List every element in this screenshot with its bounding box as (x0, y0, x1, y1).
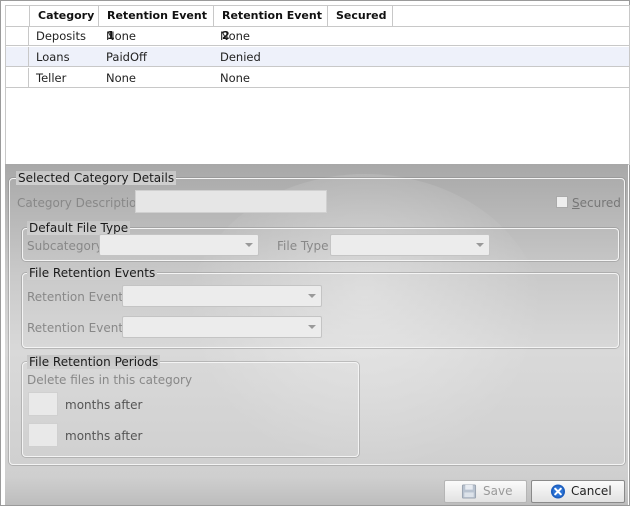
months-after-1-label: months after (65, 398, 143, 412)
category-description-input[interactable] (135, 190, 327, 213)
file-retention-periods-group: File Retention Periods Delete files in t… (22, 355, 359, 457)
details-panel: Selected Category Details Category Descr… (5, 164, 628, 477)
cell-event1: PaidOff (106, 50, 147, 64)
retention-event-2-label: Retention Event 2 (27, 321, 135, 335)
default-file-type-group: Default File Type Subcategory File Type (22, 221, 619, 261)
chevron-down-icon (245, 243, 253, 247)
secured-checkbox[interactable] (556, 196, 568, 208)
header-row-selector (6, 6, 30, 26)
category-grid[interactable]: Category Retention Event 1 Retention Eve… (5, 5, 630, 165)
months-after-2-input[interactable] (28, 423, 58, 447)
category-dialog: Category Retention Event 1 Retention Eve… (0, 0, 630, 506)
column-header-retention-event-2[interactable]: Retention Event 2 (214, 6, 328, 42)
secured-label[interactable]: Secured (572, 196, 621, 210)
selected-category-details-group: Selected Category Details Category Descr… (9, 171, 625, 465)
file-retention-events-title: File Retention Events (27, 266, 158, 280)
chevron-down-icon (308, 325, 316, 329)
retention-event-1-label: Retention Event 1 (27, 290, 135, 304)
row-selector[interactable] (6, 47, 29, 66)
table-row[interactable]: Teller None None (6, 68, 629, 88)
cell-event1: None (106, 29, 137, 43)
cell-category: Deposits (36, 29, 86, 43)
grid-header: Category Retention Event 1 Retention Eve… (6, 6, 629, 42)
file-type-label: File Type (277, 239, 329, 253)
cell-event1: None (106, 71, 137, 85)
row-selector[interactable] (6, 26, 29, 45)
cell-event2: None (220, 29, 251, 43)
cell-category: Teller (36, 71, 67, 85)
category-description-label: Category Description (17, 196, 144, 210)
cancel-button[interactable]: Cancel (531, 480, 625, 503)
secured-label-rest: ecured (579, 196, 621, 210)
group-title: Selected Category Details (16, 171, 177, 185)
file-type-dropdown[interactable] (330, 234, 490, 256)
default-file-type-title: Default File Type (27, 221, 131, 235)
save-button[interactable]: Save (444, 480, 527, 503)
column-header-category[interactable]: Category (30, 6, 99, 26)
retention-event-2-dropdown[interactable] (122, 316, 322, 338)
table-row[interactable]: Loans PaidOff Denied (6, 47, 629, 67)
months-after-2-label: months after (65, 429, 143, 443)
cell-category: Loans (36, 50, 70, 64)
chevron-down-icon (476, 243, 484, 247)
file-retention-periods-title: File Retention Periods (27, 355, 161, 369)
retention-event-1-dropdown[interactable] (122, 285, 322, 307)
table-row[interactable]: Deposits None None (6, 26, 629, 46)
subcategory-dropdown[interactable] (99, 234, 259, 256)
months-after-1-input[interactable] (28, 392, 58, 416)
save-icon (461, 484, 477, 499)
subcategory-label: Subcategory (27, 239, 103, 253)
dialog-footer: Save Cancel (5, 477, 628, 505)
cancel-icon (550, 484, 566, 499)
column-header-secured[interactable]: Secured (328, 6, 393, 26)
file-retention-events-group: File Retention Events Retention Event 1 … (22, 266, 619, 348)
column-header-retention-event-1[interactable]: Retention Event 1 (99, 6, 214, 42)
delete-files-description: Delete files in this category (27, 373, 193, 387)
cancel-label: Cancel (571, 484, 612, 498)
chevron-down-icon (308, 294, 316, 298)
cell-event2: None (220, 71, 251, 85)
secured-label-access-key: S (572, 196, 580, 210)
save-label: Save (483, 484, 513, 498)
cell-event2: Denied (220, 50, 261, 64)
row-selector[interactable] (6, 68, 29, 87)
